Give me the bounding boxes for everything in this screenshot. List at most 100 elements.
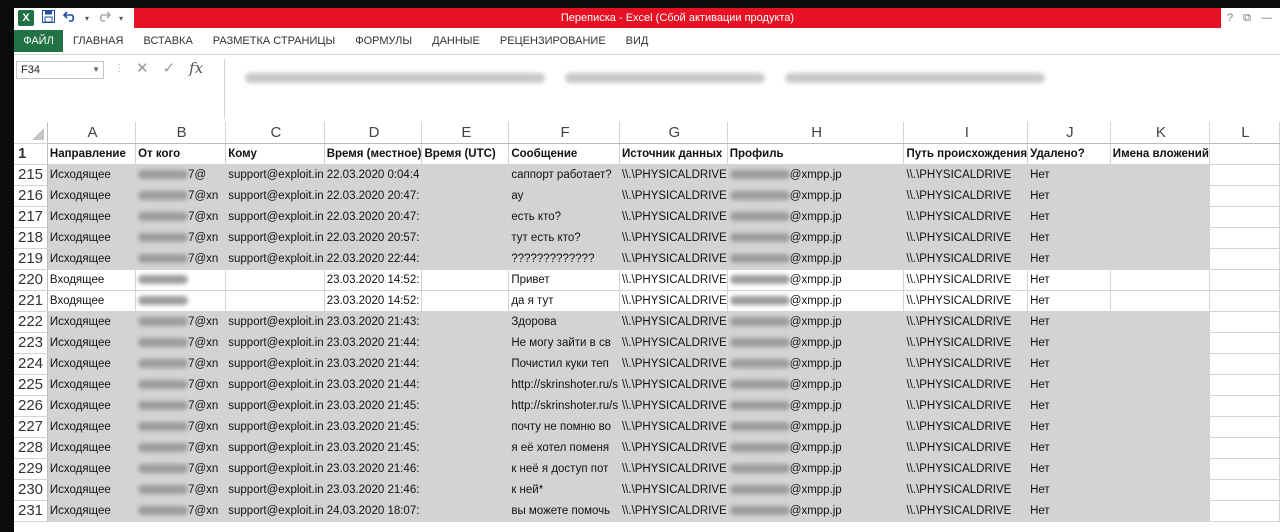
col-header-b[interactable]: B [135,122,227,144]
cell-to[interactable]: support@exploit.in [225,332,325,354]
cell-to[interactable]: support@exploit.in [225,500,325,522]
cell-time-local[interactable]: 22.03.2020 0:04:4 [324,164,423,186]
cell-profile[interactable]: @xmpp.jp [727,395,905,417]
cell-direction[interactable]: Исходящее [47,206,137,228]
cell-attachments[interactable] [1110,311,1210,333]
cell[interactable]: Путь происхождения [903,143,1029,165]
cell-empty[interactable] [1209,164,1280,186]
cell-profile[interactable]: @xmpp.jp [727,164,905,186]
cell-source[interactable]: \\.\PHYSICALDRIVE [619,227,728,249]
cell-time-utc[interactable] [421,458,510,480]
cell-path[interactable]: \\.\PHYSICALDRIVE [903,437,1029,459]
cell-path[interactable]: \\.\PHYSICALDRIVE [903,311,1029,333]
save-icon[interactable] [42,9,55,27]
cell-source[interactable]: \\.\PHYSICALDRIVE [619,437,728,459]
cell-direction[interactable]: Входящее [47,269,137,291]
cell-path[interactable]: \\.\PHYSICALDRIVE [903,290,1029,312]
col-header-g[interactable]: G [619,122,728,144]
row-header[interactable]: 226 [14,395,48,417]
formula-input[interactable] [224,59,1280,119]
cell-attachments[interactable] [1110,164,1210,186]
cell[interactable]: От кого [135,143,227,165]
cell-time-utc[interactable] [421,479,510,501]
cell-direction[interactable]: Исходящее [47,395,137,417]
cell-time-local[interactable]: 23.03.2020 21:44: [324,353,423,375]
cell-attachments[interactable] [1110,185,1210,207]
excel-app-icon[interactable]: X [18,10,34,26]
cell-time-utc[interactable] [421,353,510,375]
cell-source[interactable]: \\.\PHYSICALDRIVE [619,458,728,480]
cell-path[interactable]: \\.\PHYSICALDRIVE [903,458,1029,480]
cell-message[interactable]: Не могу зайти в св [508,332,620,354]
cell-attachments[interactable] [1110,500,1210,522]
cell-source[interactable]: \\.\PHYSICALDRIVE [619,395,728,417]
cell-source[interactable]: \\.\PHYSICALDRIVE [619,248,728,270]
cell-empty[interactable] [1209,206,1280,228]
cell-from[interactable]: 7@xn [135,416,227,438]
cell-profile[interactable]: @xmpp.jp [727,290,905,312]
cell-direction[interactable]: Исходящее [47,374,137,396]
cell-to[interactable]: support@exploit.in [225,227,325,249]
cell-message[interactable]: я её хотел поменя [508,437,620,459]
cell-deleted[interactable]: Нет [1027,479,1111,501]
cell-to[interactable]: support@exploit.in [225,479,325,501]
cell-time-local[interactable]: 23.03.2020 21:45: [324,395,423,417]
cell-time-local[interactable]: 23.03.2020 21:46: [324,458,423,480]
cell-direction[interactable]: Исходящее [47,311,137,333]
cell-deleted[interactable]: Нет [1027,353,1111,375]
cell-source[interactable]: \\.\PHYSICALDRIVE [619,500,728,522]
cell-attachments[interactable] [1110,248,1210,270]
cell-message[interactable]: тут есть кто? [508,227,620,249]
cell-path[interactable]: \\.\PHYSICALDRIVE [903,227,1029,249]
cell-message[interactable]: Привет [508,269,620,291]
cell-path[interactable]: \\.\PHYSICALDRIVE [903,164,1029,186]
cell-time-utc[interactable] [421,395,510,417]
cell-from[interactable]: 7@xn [135,248,227,270]
cell-source[interactable]: \\.\PHYSICALDRIVE [619,206,728,228]
cell-profile[interactable]: @xmpp.jp [727,437,905,459]
row-header[interactable]: 229 [14,458,48,480]
cell-direction[interactable]: Исходящее [47,185,137,207]
cell-from[interactable]: 7@xn [135,395,227,417]
cell-direction[interactable]: Исходящее [47,353,137,375]
cell-from[interactable]: 7@xn [135,479,227,501]
cell-time-utc[interactable] [421,290,510,312]
row-header[interactable]: 219 [14,248,48,270]
cell-attachments[interactable] [1110,395,1210,417]
cell[interactable]: Время (UTC) [421,143,510,165]
cell-profile[interactable]: @xmpp.jp [727,353,905,375]
cell-deleted[interactable]: Нет [1027,248,1111,270]
cell-to[interactable]: support@exploit.in [225,416,325,438]
row-header[interactable]: 220 [14,269,48,291]
cell-deleted[interactable]: Нет [1027,185,1111,207]
cell-time-local[interactable]: 23.03.2020 21:46: [324,479,423,501]
cell-to[interactable]: support@exploit.in [225,458,325,480]
cell-empty[interactable] [1209,395,1280,417]
cell[interactable]: Направление [47,143,137,165]
cell-deleted[interactable]: Нет [1027,269,1111,291]
cell-source[interactable]: \\.\PHYSICALDRIVE [619,332,728,354]
tab-home[interactable]: ГЛАВНАЯ [63,35,133,47]
cell-message[interactable]: есть кто? [508,206,620,228]
cell-to[interactable]: support@exploit.in [225,353,325,375]
cell-attachments[interactable] [1110,416,1210,438]
cell[interactable]: Удалено? [1027,143,1111,165]
cell-path[interactable]: \\.\PHYSICALDRIVE [903,479,1029,501]
cell-direction[interactable]: Исходящее [47,332,137,354]
cell-path[interactable]: \\.\PHYSICALDRIVE [903,416,1029,438]
tab-file[interactable]: ФАЙЛ [14,30,63,52]
cell-time-local[interactable]: 24.03.2020 18:07: [324,500,423,522]
cell-from[interactable] [135,290,227,312]
cell-profile[interactable]: @xmpp.jp [727,332,905,354]
row-header[interactable]: 1 [14,143,48,165]
insert-function-icon[interactable]: fx [189,59,203,77]
cell-from[interactable]: 7@xn [135,206,227,228]
cell-direction[interactable]: Исходящее [47,416,137,438]
cell-direction[interactable]: Исходящее [47,164,137,186]
cell-time-utc[interactable] [421,437,510,459]
row-header[interactable]: 230 [14,479,48,501]
col-header-a[interactable]: A [47,122,137,144]
cell-to[interactable] [225,269,325,291]
row-header[interactable]: 221 [14,290,48,312]
col-header-c[interactable]: C [225,122,325,144]
